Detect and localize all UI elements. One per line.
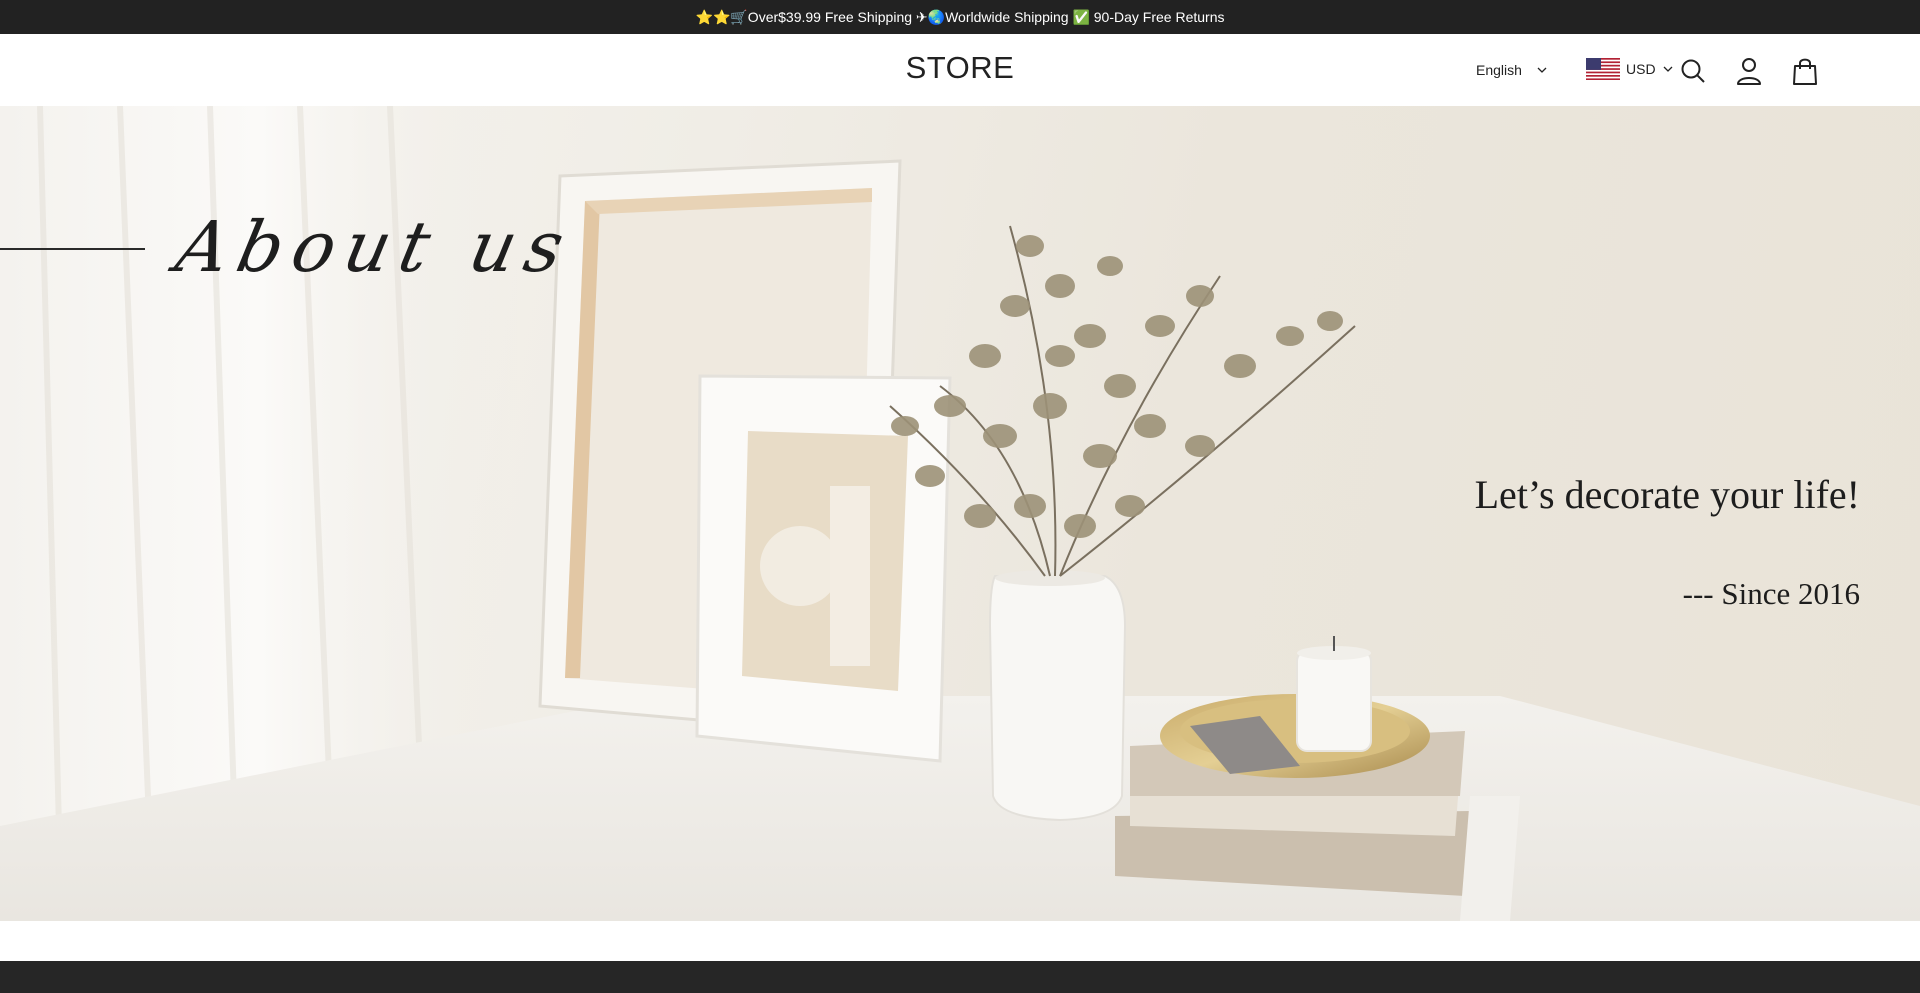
store-logo[interactable]: STORE (906, 50, 1015, 85)
chevron-down-icon (1537, 67, 1547, 73)
section-spacer (0, 921, 1920, 961)
account-icon (1737, 58, 1761, 85)
cart-button[interactable] (1790, 56, 1820, 86)
chevron-down-icon (1663, 66, 1673, 72)
announcement-bar: ⭐⭐🛒Over$39.99 Free Shipping ✈🌏Worldwide … (0, 0, 1920, 34)
footer-band (0, 961, 1920, 993)
site-header: STORE English USD (0, 34, 1920, 106)
cart-icon (1793, 58, 1817, 85)
us-flag-icon (1586, 58, 1620, 80)
language-label: English (1476, 62, 1522, 78)
hero-banner: About us Let’s decorate your life! --- S… (0, 106, 1920, 921)
currency-label: USD (1626, 61, 1656, 77)
hero-since-text: --- Since 2016 (1682, 576, 1860, 611)
announcement-text: ⭐⭐🛒Over$39.99 Free Shipping ✈🌏Worldwide … (695, 8, 1225, 25)
about-heading: About us (169, 206, 581, 288)
search-icon (1681, 59, 1705, 83)
hero-tagline: Let’s decorate your life! (1474, 472, 1860, 517)
currency-selector[interactable]: USD (1586, 56, 1674, 82)
about-divider-line (0, 248, 145, 250)
account-button[interactable] (1734, 56, 1764, 86)
language-selector[interactable]: English (1476, 60, 1548, 80)
search-button[interactable] (1678, 56, 1708, 86)
